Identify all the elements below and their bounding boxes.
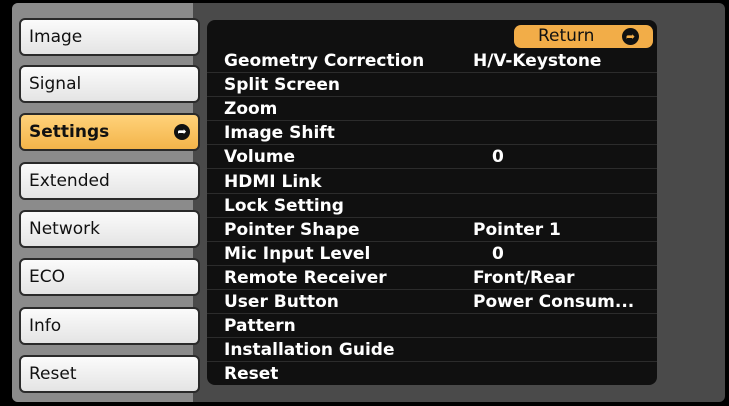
item-label: User Button bbox=[224, 292, 339, 312]
menu-item-user-button[interactable]: User Button Power Consum... bbox=[207, 290, 657, 314]
item-value: Front/Rear bbox=[473, 268, 575, 288]
tab-label: Extended bbox=[29, 171, 110, 191]
tab-network[interactable]: Network bbox=[19, 210, 200, 248]
menu-item-installation-guide[interactable]: Installation Guide bbox=[207, 338, 657, 362]
menu-item-remote-receiver[interactable]: Remote Receiver Front/Rear bbox=[207, 266, 657, 290]
tab-label: Settings bbox=[29, 122, 110, 142]
item-label: Zoom bbox=[224, 99, 278, 119]
tab-label: Network bbox=[29, 219, 100, 239]
return-button[interactable]: Return ➦ bbox=[514, 25, 653, 48]
tab-reset[interactable]: Reset bbox=[19, 355, 200, 393]
item-value: Pointer 1 bbox=[473, 220, 561, 240]
item-label: Lock Setting bbox=[224, 196, 344, 216]
tab-label: Reset bbox=[29, 364, 77, 384]
item-label: Pointer Shape bbox=[224, 220, 360, 240]
menu-item-geometry-correction[interactable]: Geometry Correction H/V-Keystone bbox=[207, 49, 657, 73]
return-label: Return bbox=[538, 26, 595, 46]
tab-signal[interactable]: Signal bbox=[19, 65, 200, 103]
item-value: 0 bbox=[492, 147, 504, 167]
tab-label: Image bbox=[29, 27, 83, 47]
item-label: Reset bbox=[224, 364, 279, 384]
tab-label: Info bbox=[29, 316, 62, 336]
tab-info[interactable]: Info bbox=[19, 307, 200, 345]
tab-extended[interactable]: Extended bbox=[19, 162, 200, 200]
item-label: Image Shift bbox=[224, 123, 335, 143]
tab-label: Signal bbox=[29, 74, 82, 94]
menu-item-reset[interactable]: Reset bbox=[207, 362, 657, 386]
item-label: Mic Input Level bbox=[224, 244, 371, 264]
enter-icon: ➦ bbox=[174, 124, 190, 140]
tab-settings[interactable]: Settings ➦ bbox=[19, 113, 200, 151]
item-label: Volume bbox=[224, 147, 296, 167]
item-label: Remote Receiver bbox=[224, 268, 387, 288]
item-label: Geometry Correction bbox=[224, 51, 425, 71]
menu-item-pointer-shape[interactable]: Pointer Shape Pointer 1 bbox=[207, 218, 657, 242]
menu-item-image-shift[interactable]: Image Shift bbox=[207, 121, 657, 145]
menu-item-mic-input-level[interactable]: Mic Input Level 0 bbox=[207, 242, 657, 266]
item-label: Split Screen bbox=[224, 75, 340, 95]
menu-item-hdmi-link[interactable]: HDMI Link bbox=[207, 170, 657, 194]
menu-item-volume[interactable]: Volume 0 bbox=[207, 145, 657, 169]
item-value: 0 bbox=[492, 244, 504, 264]
menu-item-lock-setting[interactable]: Lock Setting bbox=[207, 194, 657, 218]
enter-icon: ➦ bbox=[622, 28, 639, 45]
menu-item-zoom[interactable]: Zoom bbox=[207, 97, 657, 121]
tab-image[interactable]: Image bbox=[19, 18, 200, 56]
item-value: H/V-Keystone bbox=[473, 51, 602, 71]
item-label: Pattern bbox=[224, 316, 296, 336]
item-value: Power Consum... bbox=[473, 292, 635, 312]
item-label: HDMI Link bbox=[224, 172, 322, 192]
tab-eco[interactable]: ECO bbox=[19, 258, 200, 296]
item-label: Installation Guide bbox=[224, 340, 395, 360]
tab-label: ECO bbox=[29, 267, 65, 287]
menu-item-split-screen[interactable]: Split Screen bbox=[207, 73, 657, 97]
menu-item-pattern[interactable]: Pattern bbox=[207, 314, 657, 338]
